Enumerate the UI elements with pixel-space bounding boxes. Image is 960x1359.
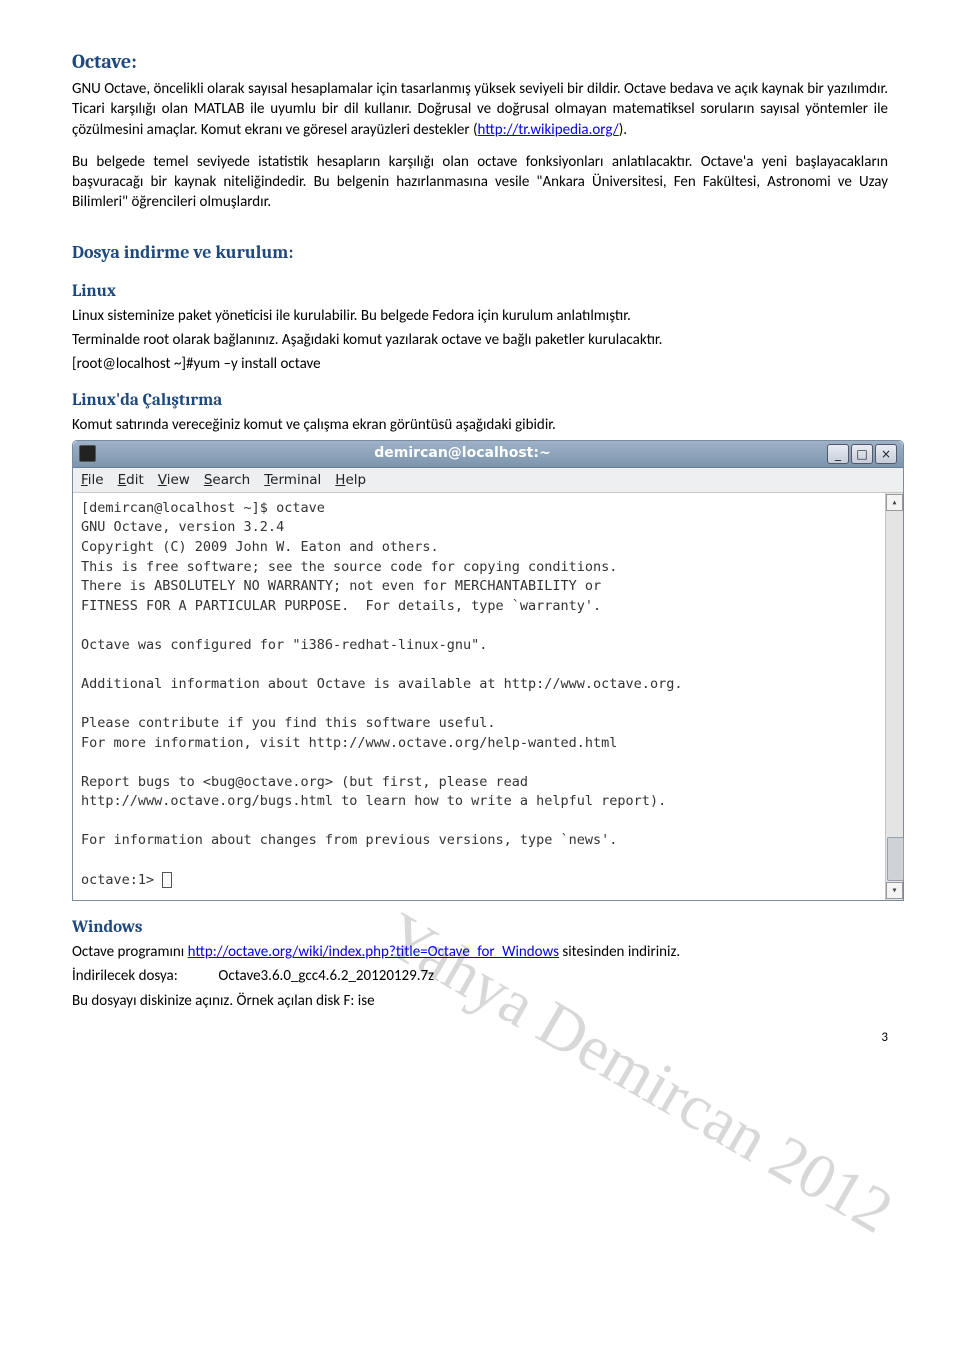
menu-file[interactable]: File (81, 471, 104, 489)
link-wikipedia[interactable]: http://tr.wikipedia.org/ (478, 121, 619, 139)
heading-windows: Windows (72, 917, 888, 940)
heading-dosya-indirme: Dosya indirme ve kurulum: (72, 241, 888, 265)
paragraph-octave-scope: Bu belgede temel seviyede istatistik hes… (72, 152, 888, 213)
link-octave-windows[interactable]: http://octave.org/wiki/index.php?title=O… (188, 943, 559, 961)
menu-help[interactable]: Help (335, 471, 366, 489)
heading-linux: Linux (72, 281, 888, 304)
menubar: File Edit View Search Terminal Help (73, 468, 903, 493)
paragraph-windows-extract: Bu dosyayı diskinize açınız. Örnek açıla… (72, 991, 888, 1011)
scroll-thumb[interactable] (887, 837, 904, 881)
menu-terminal[interactable]: Terminal (264, 471, 321, 489)
heading-octave: Octave: (72, 48, 888, 75)
text: sitesinden indiriniz. (559, 943, 680, 961)
close-button[interactable]: × (875, 444, 897, 464)
maximize-button[interactable]: □ (851, 444, 873, 464)
scroll-down-icon[interactable]: ▾ (886, 882, 903, 899)
terminal-output[interactable]: [demircan@localhost ~]$ octave GNU Octav… (73, 493, 885, 900)
code-yum-install: [root@localhost ~]#yum –y install octave (72, 354, 888, 374)
window-titlebar: demircan@localhost:~ _ □ × (73, 441, 903, 468)
paragraph-linux-run: Komut satırında vereceğiniz komut ve çal… (72, 415, 888, 435)
terminal-app-icon (79, 445, 96, 462)
paragraph-octave-intro: GNU Octave, öncelikli olarak sayısal hes… (72, 79, 888, 140)
menu-search[interactable]: Search (204, 471, 250, 489)
paragraph-linux-2: Terminalde root olarak bağlanınız. Aşağı… (72, 330, 888, 350)
minimize-button[interactable]: _ (827, 444, 849, 464)
text: Octave programını (72, 943, 188, 961)
scroll-up-icon[interactable]: ▴ (886, 494, 903, 511)
window-title: demircan@localhost:~ (100, 444, 825, 463)
paragraph-windows-1: Octave programını http://octave.org/wiki… (72, 942, 888, 962)
text: ). (619, 121, 627, 139)
paragraph-linux-1: Linux sisteminize paket yöneticisi ile k… (72, 306, 888, 326)
page-number: 3 (72, 1029, 888, 1047)
terminal-cursor (162, 872, 172, 888)
menu-edit[interactable]: Edit (118, 471, 144, 489)
terminal-screenshot: Yahya Demircan 2012 demircan@localhost:~… (72, 440, 888, 901)
scroll-track[interactable] (887, 512, 902, 881)
heading-linux-calistirma: Linux'da Çalıştırma (72, 390, 888, 413)
scrollbar[interactable]: ▴ ▾ (885, 493, 903, 900)
paragraph-windows-file: İndirilecek dosya: Octave3.6.0_gcc4.6.2_… (72, 966, 888, 986)
menu-view[interactable]: View (158, 471, 190, 489)
